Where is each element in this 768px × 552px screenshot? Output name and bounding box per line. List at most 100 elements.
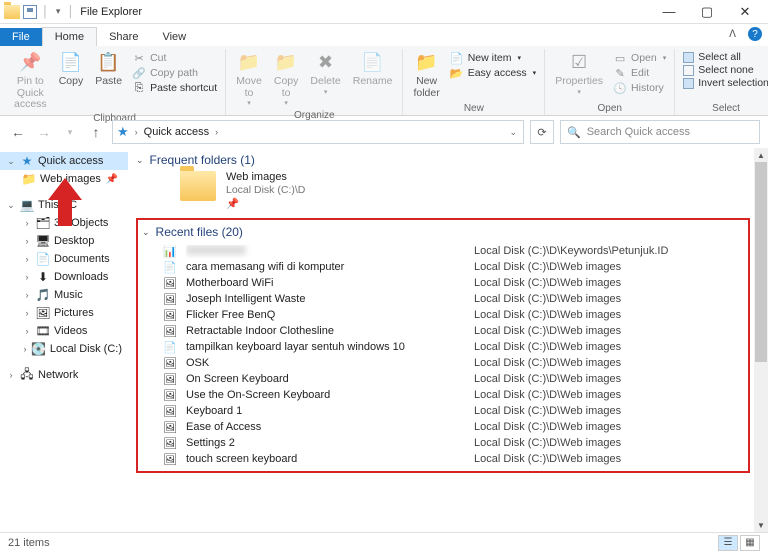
- file-item[interactable]: 🖼Flicker Free BenQLocal Disk (C:)\D\Web …: [162, 307, 744, 323]
- icons-view-button[interactable]: ▦: [740, 535, 760, 551]
- details-view-button[interactable]: ☰: [718, 535, 738, 551]
- file-item[interactable]: 🖼Joseph Intelligent WasteLocal Disk (C:)…: [162, 291, 744, 307]
- copy-to-button[interactable]: 📁Copy to▾: [270, 49, 303, 110]
- scroll-thumb[interactable]: [755, 162, 767, 362]
- select-all-button[interactable]: Select all: [681, 51, 768, 63]
- file-item[interactable]: 🖼On Screen KeyboardLocal Disk (C:)\D\Web…: [162, 371, 744, 387]
- open-button[interactable]: ▭Open▾: [611, 51, 668, 65]
- sidebar-item[interactable]: ›📄Documents: [0, 250, 128, 268]
- network-icon: 🖧: [20, 368, 34, 382]
- file-item[interactable]: 🖼touch screen keyboardLocal Disk (C:)\D\…: [162, 451, 744, 467]
- sidebar-item-web-images[interactable]: 📁Web images📌: [0, 170, 128, 188]
- open-icon: ▭: [613, 51, 627, 65]
- sidebar-item[interactable]: ›🎵Music: [0, 286, 128, 304]
- maximize-button[interactable]: ▢: [688, 0, 726, 24]
- tab-file[interactable]: File: [0, 28, 42, 46]
- up-button[interactable]: ↑: [86, 122, 106, 142]
- properties-button[interactable]: ☑Properties▾: [551, 49, 607, 98]
- group-recent-files[interactable]: ⌄ Recent files (20): [142, 222, 744, 241]
- paste-button[interactable]: 📋 Paste: [91, 49, 126, 90]
- back-button[interactable]: ←: [8, 122, 28, 142]
- file-item[interactable]: 🖼Keyboard 1Local Disk (C:)\D\Web images: [162, 403, 744, 419]
- address-dropdown-icon[interactable]: ⌄: [507, 127, 519, 138]
- sidebar-item-this-pc[interactable]: ⌄💻This PC: [0, 196, 128, 214]
- search-box[interactable]: 🔍: [560, 120, 760, 144]
- file-item[interactable]: 📊Local Disk (C:)\D\Keywords\Petunjuk.ID: [162, 243, 744, 259]
- file-item[interactable]: 🖼Use the On-Screen KeyboardLocal Disk (C…: [162, 387, 744, 403]
- file-name: OSK: [186, 357, 466, 369]
- copy-button[interactable]: 📄 Copy: [55, 49, 88, 90]
- sidebar-item-network[interactable]: ›🖧Network: [0, 366, 128, 384]
- file-item[interactable]: 🖼Motherboard WiFiLocal Disk (C:)\D\Web i…: [162, 275, 744, 291]
- folder-icon: 📄: [36, 252, 50, 266]
- folder-icon: 📁: [22, 172, 36, 186]
- file-location: Local Disk (C:)\D\Web images: [474, 373, 621, 385]
- new-folder-icon: 📁: [415, 51, 439, 75]
- sidebar-item[interactable]: ›🗂3D Objects: [0, 214, 128, 232]
- copy-path-button[interactable]: 🔗Copy path: [130, 66, 219, 80]
- recent-locations-button[interactable]: ▾: [60, 122, 80, 142]
- file-location: Local Disk (C:)\D\Keywords\Petunjuk.ID: [474, 245, 668, 257]
- file-item[interactable]: 🖼Retractable Indoor ClotheslineLocal Dis…: [162, 323, 744, 339]
- new-item-button[interactable]: 📄New item▾: [448, 51, 538, 65]
- sidebar-item[interactable]: ›💽Local Disk (C:): [0, 340, 128, 358]
- pin-icon: 📌: [106, 174, 122, 185]
- highlight-annotation: ⌄ Recent files (20) 📊Local Disk (C:)\D\K…: [136, 218, 750, 473]
- folder-icon: 💽: [32, 342, 46, 356]
- move-to-button[interactable]: 📁Move to▾: [232, 49, 266, 110]
- easy-access-button[interactable]: 📂Easy access▾: [448, 66, 538, 80]
- file-item[interactable]: 📄cara memasang wifi di komputerLocal Dis…: [162, 259, 744, 275]
- file-location: Local Disk (C:)\D\Web images: [474, 261, 621, 273]
- chevron-down-icon: ⌄: [142, 227, 150, 238]
- address-bar[interactable]: ★ › Quick access › ⌄: [112, 120, 524, 144]
- file-icon: 🖼: [162, 308, 178, 322]
- paste-shortcut-icon: ⎘: [132, 81, 146, 95]
- sidebar-item[interactable]: ›⬇Downloads: [0, 268, 128, 286]
- sidebar-item[interactable]: ›🎞Videos: [0, 322, 128, 340]
- refresh-button[interactable]: ⟳: [530, 120, 554, 144]
- scrollbar-vertical[interactable]: ▲ ▼: [754, 148, 768, 532]
- sidebar-item[interactable]: ›🖼Pictures: [0, 304, 128, 322]
- breadcrumb[interactable]: Quick access: [144, 126, 209, 138]
- sidebar-item[interactable]: ›🖥Desktop: [0, 232, 128, 250]
- status-bar: 21 items ☰ ▦: [0, 532, 768, 552]
- file-location: Local Disk (C:)\D\Web images: [474, 389, 621, 401]
- invert-selection-button[interactable]: Invert selection: [681, 77, 768, 89]
- tab-share[interactable]: Share: [97, 28, 150, 46]
- file-item[interactable]: 🖼Settings 2Local Disk (C:)\D\Web images: [162, 435, 744, 451]
- pin-to-quick-access-button[interactable]: 📌 Pin to Quick access: [10, 49, 51, 113]
- file-item[interactable]: 📄tampilkan keyboard layar sentuh windows…: [162, 339, 744, 355]
- qat-slot-icon[interactable]: [23, 5, 37, 19]
- group-label-open: Open: [551, 103, 668, 115]
- history-button[interactable]: 🕓History: [611, 81, 668, 95]
- tab-view[interactable]: View: [150, 28, 198, 46]
- sidebar-item-quick-access[interactable]: ⌄★Quick access: [0, 152, 128, 170]
- select-none-button[interactable]: Select none: [681, 64, 768, 76]
- file-location: Local Disk (C:)\D\Web images: [474, 277, 621, 289]
- rename-button[interactable]: 📄Rename: [349, 49, 397, 90]
- cut-button[interactable]: ✂Cut: [130, 51, 219, 65]
- search-input[interactable]: [587, 126, 753, 138]
- file-name: cara memasang wifi di komputer: [186, 261, 466, 273]
- ribbon-collapse-icon[interactable]: ᐱ: [729, 29, 736, 40]
- close-button[interactable]: ✕: [726, 0, 764, 24]
- help-icon[interactable]: ?: [748, 27, 762, 41]
- scroll-up-icon[interactable]: ▲: [754, 148, 768, 162]
- minimize-button[interactable]: —: [650, 0, 688, 24]
- scroll-down-icon[interactable]: ▼: [754, 518, 768, 532]
- file-icon: 🖼: [162, 388, 178, 402]
- delete-button[interactable]: ✖Delete▾: [306, 49, 344, 98]
- frequent-folder-item[interactable]: Web images Local Disk (C:)\D 📌: [136, 169, 764, 218]
- new-folder-button[interactable]: 📁New folder: [409, 49, 443, 101]
- file-item[interactable]: 🖼Ease of AccessLocal Disk (C:)\D\Web ima…: [162, 419, 744, 435]
- group-frequent-folders[interactable]: ⌄ Frequent folders (1): [136, 150, 764, 169]
- file-item[interactable]: 🖼OSKLocal Disk (C:)\D\Web images: [162, 355, 744, 371]
- paste-shortcut-button[interactable]: ⎘Paste shortcut: [130, 81, 219, 95]
- file-name: touch screen keyboard: [186, 453, 466, 465]
- forward-button[interactable]: →: [34, 122, 54, 142]
- titlebar: │ ▾ │ File Explorer — ▢ ✕: [0, 0, 768, 24]
- file-location: Local Disk (C:)\D\Web images: [474, 405, 621, 417]
- tab-home[interactable]: Home: [42, 27, 97, 46]
- edit-button[interactable]: ✎Edit: [611, 66, 668, 80]
- folder-icon: 🖼: [36, 306, 50, 320]
